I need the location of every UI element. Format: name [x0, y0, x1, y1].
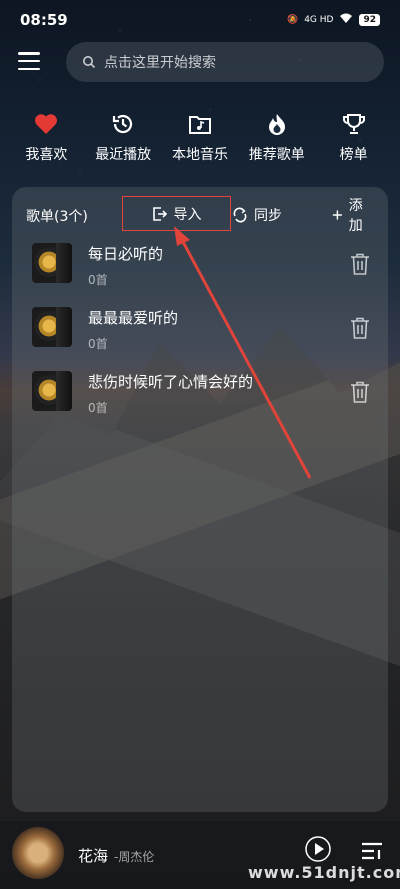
- delete-icon[interactable]: [350, 381, 370, 403]
- playlist-queue-icon[interactable]: [360, 841, 384, 861]
- nav-local[interactable]: 本地音乐: [165, 112, 235, 172]
- now-playing: 花海 -周杰伦: [78, 845, 154, 866]
- import-button[interactable]: 导入: [122, 196, 231, 231]
- nav-recent[interactable]: 最近播放: [88, 112, 158, 172]
- nav-favorites[interactable]: 我喜欢: [11, 112, 81, 172]
- playlist-song-count: 0首: [88, 401, 108, 415]
- trophy-icon: [342, 112, 366, 136]
- battery-indicator: 92: [359, 14, 380, 26]
- delete-icon[interactable]: [350, 253, 370, 275]
- playlist-cover: [32, 371, 72, 411]
- watermark: www.51dnjt.com: [248, 863, 400, 882]
- sync-label: 同步: [254, 208, 282, 224]
- delete-icon[interactable]: [350, 317, 370, 339]
- status-icons: 🔕 4G HD 92: [287, 13, 380, 27]
- heart-icon: [34, 112, 58, 136]
- sync-button[interactable]: 同步: [232, 203, 282, 227]
- search-icon: [83, 56, 96, 69]
- mute-icon: 🔕: [286, 15, 299, 25]
- status-time: 08:59: [20, 11, 68, 29]
- play-icon[interactable]: [304, 835, 332, 863]
- playlist-header: 歌单(3个) 导入 同步 添加: [26, 196, 374, 234]
- quick-nav: 我喜欢 最近播放 本地音乐 推荐歌单 榜单: [0, 112, 400, 172]
- playlist-card: 歌单(3个) 导入 同步 添加 每日必听的 0首 最最最爱听的 0首 悲伤时候听…: [12, 187, 388, 812]
- playlist-song-count: 0首: [88, 337, 108, 351]
- playlist-item[interactable]: 悲伤时候听了心情会好的 0首: [12, 369, 388, 433]
- menu-icon[interactable]: [18, 52, 40, 70]
- playlist-name: 悲伤时候听了心情会好的: [88, 373, 254, 391]
- search-placeholder: 点击这里开始搜索: [104, 55, 216, 71]
- playlist-song-count: 0首: [88, 273, 108, 287]
- top-bar: 点击这里开始搜索: [0, 42, 400, 82]
- playlist-list: 每日必听的 0首 最最最爱听的 0首 悲伤时候听了心情会好的 0首: [12, 241, 388, 433]
- add-label: 添加: [348, 198, 363, 234]
- nav-charts-label: 榜单: [339, 147, 368, 163]
- playlist-item[interactable]: 每日必听的 0首: [12, 241, 388, 305]
- playlist-count: 歌单(3个): [26, 209, 88, 225]
- nav-local-label: 本地音乐: [171, 147, 228, 163]
- playlist-name: 每日必听的: [88, 245, 164, 263]
- plus-icon: [332, 210, 342, 220]
- playlist-item[interactable]: 最最最爱听的 0首: [12, 305, 388, 369]
- playlist-cover: [32, 307, 72, 347]
- nav-recent-label: 最近播放: [95, 147, 152, 163]
- song-title: 花海: [78, 847, 109, 865]
- nav-charts[interactable]: 榜单: [319, 112, 389, 172]
- sync-icon: [233, 207, 247, 223]
- playlist-name: 最最最爱听的: [88, 309, 179, 327]
- import-icon: [152, 206, 167, 221]
- album-art[interactable]: [12, 827, 64, 879]
- nav-favorites-label: 我喜欢: [25, 147, 68, 163]
- nav-recommend[interactable]: 推荐歌单: [242, 112, 312, 172]
- mini-player[interactable]: 花海 -周杰伦 www.51dnjt.com: [0, 821, 400, 889]
- folder-music-icon: [188, 112, 212, 136]
- status-bar: 08:59 🔕 4G HD 92: [0, 0, 400, 40]
- search-input[interactable]: 点击这里开始搜索: [66, 42, 384, 82]
- song-artist: -周杰伦: [114, 850, 155, 864]
- network-label: 4G HD: [304, 15, 334, 25]
- history-icon: [111, 112, 135, 136]
- add-button[interactable]: 添加: [332, 198, 374, 234]
- wifi-icon: [339, 13, 353, 27]
- import-label: 导入: [173, 206, 202, 223]
- playlist-cover: [32, 243, 72, 283]
- flame-icon: [266, 112, 288, 136]
- nav-recommend-label: 推荐歌单: [248, 147, 305, 163]
